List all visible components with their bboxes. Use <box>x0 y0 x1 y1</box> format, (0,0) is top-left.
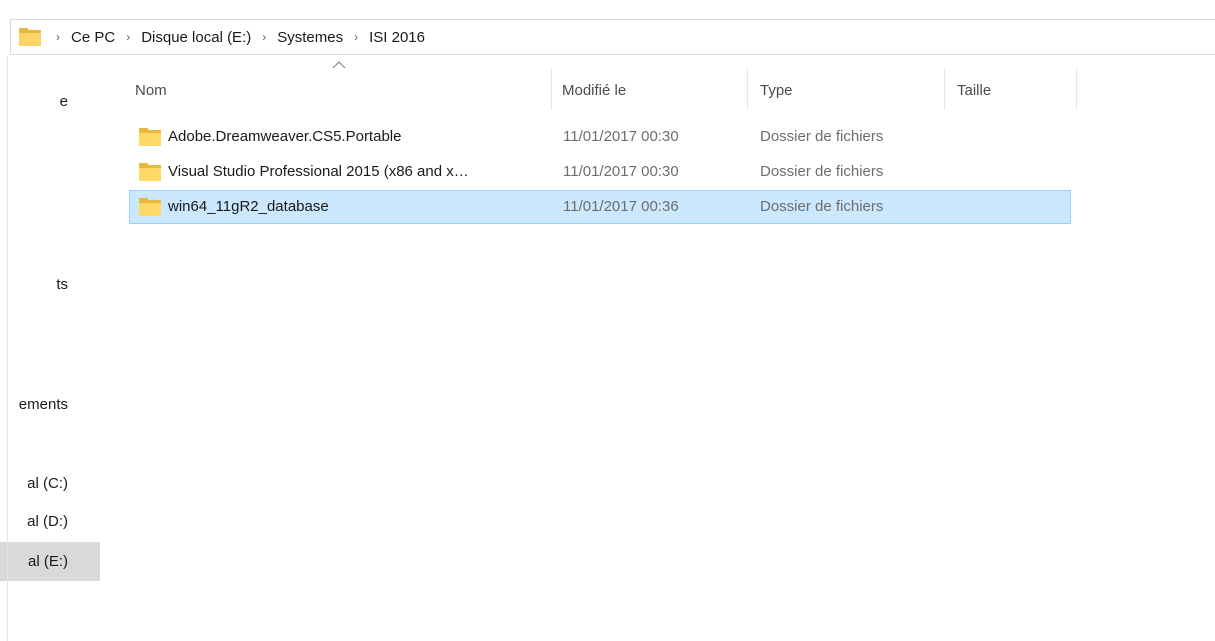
file-row[interactable]: Adobe.Dreamweaver.CS5.Portable 11/01/201… <box>129 120 1071 154</box>
column-divider[interactable] <box>747 68 748 110</box>
folder-icon <box>139 128 161 146</box>
file-type: Dossier de fichiers <box>760 198 884 215</box>
breadcrumb-separator-icon[interactable]: › <box>117 30 139 44</box>
file-type: Dossier de fichiers <box>760 163 884 180</box>
address-bar[interactable]: › Ce PC › Disque local (E:) › Systemes ›… <box>10 19 1215 55</box>
sort-ascending-icon <box>332 61 346 69</box>
column-divider[interactable] <box>551 68 552 110</box>
nav-item-disque-local-c[interactable]: al (C:) <box>0 466 100 502</box>
nav-item-label: ements <box>18 396 68 413</box>
nav-item-label: al (C:) <box>27 475 68 492</box>
column-header-label: Type <box>760 82 793 99</box>
column-header-taille[interactable]: Taille <box>949 72 1076 110</box>
folder-icon <box>139 198 161 216</box>
column-divider[interactable] <box>1076 68 1077 110</box>
file-row[interactable]: Visual Studio Professional 2015 (x86 and… <box>129 155 1071 189</box>
breadcrumb-separator-icon[interactable]: › <box>47 30 69 44</box>
nav-item-telechargements[interactable]: ements <box>0 387 100 423</box>
column-header-label: Nom <box>135 82 167 99</box>
breadcrumb-ce-pc[interactable]: Ce PC <box>69 29 117 46</box>
column-header-modifie-le[interactable]: Modifié le <box>554 72 747 110</box>
column-header-nom[interactable]: Nom <box>127 72 551 110</box>
file-modified: 11/01/2017 00:30 <box>563 128 679 145</box>
nav-item-documents[interactable]: ts <box>0 267 100 303</box>
file-name: Adobe.Dreamweaver.CS5.Portable <box>168 128 402 145</box>
breadcrumb-separator-icon[interactable]: › <box>345 30 367 44</box>
nav-item-label: al (D:) <box>27 513 68 530</box>
column-header-type[interactable]: Type <box>752 72 944 110</box>
folder-icon <box>19 28 41 46</box>
file-explorer-window: › Ce PC › Disque local (E:) › Systemes ›… <box>0 0 1215 641</box>
nav-item-label: ts <box>56 276 68 293</box>
breadcrumb-disque-local-e[interactable]: Disque local (E:) <box>139 29 253 46</box>
file-name: win64_11gR2_database <box>168 198 329 215</box>
file-modified: 11/01/2017 00:36 <box>563 198 679 215</box>
breadcrumb-separator-icon[interactable]: › <box>253 30 275 44</box>
nav-item-disque-local-e[interactable]: al (E:) <box>0 542 100 581</box>
file-modified: 11/01/2017 00:30 <box>563 163 679 180</box>
file-name: Visual Studio Professional 2015 (x86 and… <box>168 163 469 180</box>
pane-divider <box>7 56 8 641</box>
column-divider[interactable] <box>944 68 945 110</box>
folder-icon <box>139 163 161 181</box>
nav-item-label: al (E:) <box>27 553 68 570</box>
nav-item-quick-access[interactable]: e <box>0 84 100 120</box>
file-type: Dossier de fichiers <box>760 128 884 145</box>
column-header-label: Modifié le <box>562 82 627 99</box>
breadcrumb-isi-2016[interactable]: ISI 2016 <box>367 29 427 46</box>
column-header-label: Taille <box>957 82 992 99</box>
navigation-pane: e ts ements al (C:) al (D:) al (E:) <box>0 56 100 641</box>
file-row-selected[interactable]: win64_11gR2_database 11/01/2017 00:36 Do… <box>129 190 1071 224</box>
breadcrumb-systemes[interactable]: Systemes <box>275 29 345 46</box>
nav-item-disque-local-d[interactable]: al (D:) <box>0 504 100 540</box>
nav-item-label: e <box>59 93 68 110</box>
